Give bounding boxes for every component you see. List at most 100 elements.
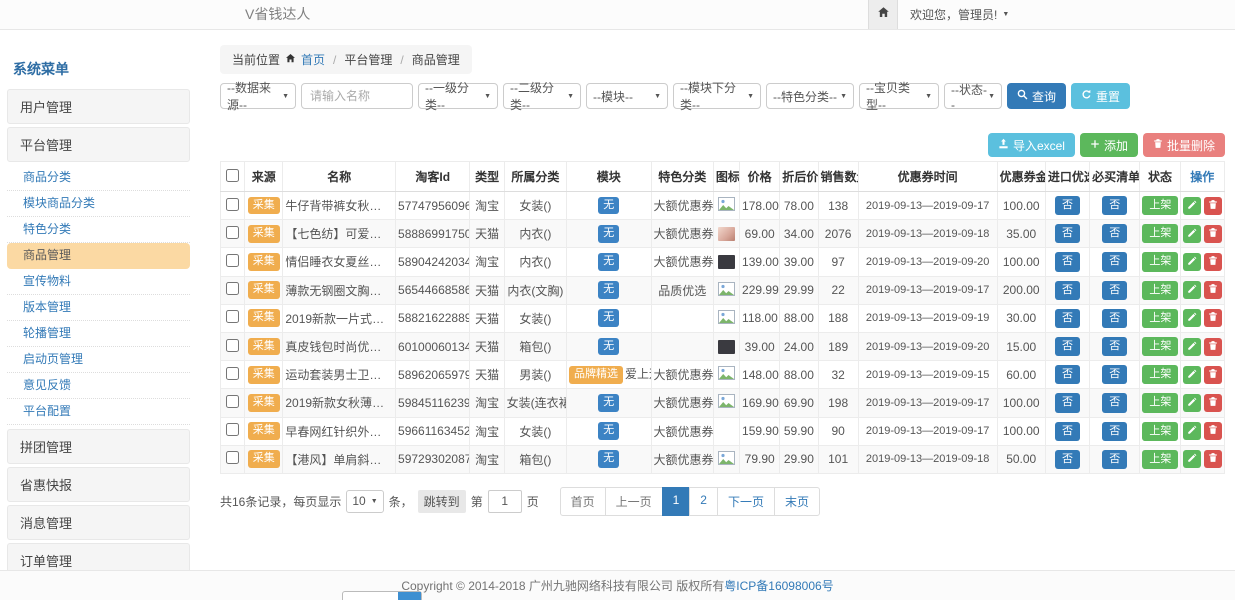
filter-select-1[interactable]: --一级分类--▼ [418,83,498,109]
delete-button[interactable] [1204,225,1222,243]
sidebar-group-13[interactable]: 省惠快报 [7,467,190,502]
breadcrumb-home-link[interactable]: 首页 [301,51,325,68]
sidebar-group-14[interactable]: 消息管理 [7,505,190,540]
edit-button[interactable] [1183,394,1201,412]
must-buy-toggle[interactable]: 否 [1102,196,1127,215]
sidebar-item-10[interactable]: 意见反馈 [7,373,190,399]
status-toggle[interactable]: 上架 [1142,252,1178,271]
edit-button[interactable] [1183,366,1201,384]
row-checkbox[interactable] [226,367,239,380]
import-select-toggle[interactable]: 否 [1055,252,1080,271]
must-buy-toggle[interactable]: 否 [1102,309,1127,328]
sidebar-item-2[interactable]: 商品分类 [7,165,190,191]
sidebar-item-6[interactable]: 宣传物料 [7,269,190,295]
row-checkbox[interactable] [226,310,239,323]
import-select-toggle[interactable]: 否 [1055,309,1080,328]
must-buy-toggle[interactable]: 否 [1102,422,1127,441]
status-toggle[interactable]: 上架 [1142,422,1178,441]
sidebar-item-7[interactable]: 版本管理 [7,295,190,321]
import-select-toggle[interactable]: 否 [1055,337,1080,356]
status-toggle[interactable]: 上架 [1142,450,1178,469]
status-toggle[interactable]: 上架 [1142,393,1178,412]
edit-button[interactable] [1183,338,1201,356]
home-button[interactable] [868,0,898,29]
sidebar-group-12[interactable]: 拼团管理 [7,429,190,464]
row-checkbox[interactable] [226,339,239,352]
query-button[interactable]: 查询 [1007,83,1066,109]
sidebar-item-4[interactable]: 特色分类 [7,217,190,243]
edit-button[interactable] [1183,450,1201,468]
add-button[interactable]: 添加 [1080,133,1138,157]
import-select-toggle[interactable]: 否 [1055,281,1080,300]
filter-select-2[interactable]: --二级分类--▼ [503,83,581,109]
page-button-6[interactable]: 末页 [774,487,820,516]
delete-button[interactable] [1204,394,1222,412]
sidebar-item-9[interactable]: 启动页管理 [7,347,190,373]
must-buy-toggle[interactable]: 否 [1102,224,1127,243]
filter-select-7[interactable]: --状态--▼ [944,83,1002,109]
page-button-1[interactable]: 首页 [560,487,606,516]
row-checkbox[interactable] [226,282,239,295]
sidebar-group-0[interactable]: 用户管理 [7,89,190,124]
sidebar-item-8[interactable]: 轮播管理 [7,321,190,347]
page-button-4[interactable]: 2 [689,487,718,516]
sidebar-item-3[interactable]: 模块商品分类 [7,191,190,217]
row-checkbox[interactable] [226,395,239,408]
row-checkbox[interactable] [226,423,239,436]
edit-button[interactable] [1183,197,1201,215]
status-toggle[interactable]: 上架 [1142,196,1178,215]
must-buy-toggle[interactable]: 否 [1102,393,1127,412]
must-buy-toggle[interactable]: 否 [1102,281,1127,300]
delete-button[interactable] [1204,422,1222,440]
status-toggle[interactable]: 上架 [1142,365,1178,384]
reset-button[interactable]: 重置 [1071,83,1130,109]
status-toggle[interactable]: 上架 [1142,337,1178,356]
import-select-toggle[interactable]: 否 [1055,422,1080,441]
jump-page-input[interactable] [488,490,522,513]
import-select-toggle[interactable]: 否 [1055,196,1080,215]
delete-button[interactable] [1204,366,1222,384]
must-buy-toggle[interactable]: 否 [1102,450,1127,469]
delete-button[interactable] [1204,281,1222,299]
sidebar-item-5[interactable]: 商品管理 [7,243,190,269]
must-buy-toggle[interactable]: 否 [1102,365,1127,384]
page-button-2[interactable]: 上一页 [605,487,663,516]
filter-select-3[interactable]: --模块--▼ [586,83,668,109]
import-select-toggle[interactable]: 否 [1055,393,1080,412]
status-toggle[interactable]: 上架 [1142,309,1178,328]
row-checkbox[interactable] [226,198,239,211]
row-checkbox[interactable] [226,254,239,267]
page-button-3[interactable]: 1 [662,487,691,516]
filter-select-0[interactable]: --数据来源--▼ [220,83,296,109]
row-checkbox[interactable] [226,451,239,464]
delete-button[interactable] [1204,253,1222,271]
sidebar-item-11[interactable]: 平台配置 [7,399,190,425]
filter-select-5[interactable]: --特色分类--▼ [766,83,854,109]
delete-button[interactable] [1204,338,1222,356]
filter-select-6[interactable]: --宝贝类型--▼ [859,83,939,109]
jump-button[interactable]: 跳转到 [418,490,466,513]
edit-button[interactable] [1183,225,1201,243]
delete-button[interactable] [1204,309,1222,327]
status-toggle[interactable]: 上架 [1142,281,1178,300]
edit-button[interactable] [1183,422,1201,440]
name-search-input[interactable] [301,83,413,109]
page-button-5[interactable]: 下一页 [717,487,775,516]
sidebar-group-1[interactable]: 平台管理 [7,127,190,162]
row-checkbox[interactable] [226,226,239,239]
edit-button[interactable] [1183,309,1201,327]
per-page-select[interactable]: 10 ▼ [346,490,383,513]
edit-button[interactable] [1183,253,1201,271]
filter-select-4[interactable]: --模块下分类--▼ [673,83,761,109]
must-buy-toggle[interactable]: 否 [1102,252,1127,271]
user-menu[interactable]: 欢迎您，管理员! ▼ [898,0,1021,29]
must-buy-toggle[interactable]: 否 [1102,337,1127,356]
select-all-checkbox[interactable] [226,169,239,182]
batch-delete-button[interactable]: 批量删除 [1143,133,1225,157]
icp-link[interactable]: 粤ICP备16098006号 [724,577,833,594]
import-select-toggle[interactable]: 否 [1055,365,1080,384]
import-excel-button[interactable]: 导入excel [988,133,1075,157]
import-select-toggle[interactable]: 否 [1055,224,1080,243]
status-toggle[interactable]: 上架 [1142,224,1178,243]
delete-button[interactable] [1204,450,1222,468]
